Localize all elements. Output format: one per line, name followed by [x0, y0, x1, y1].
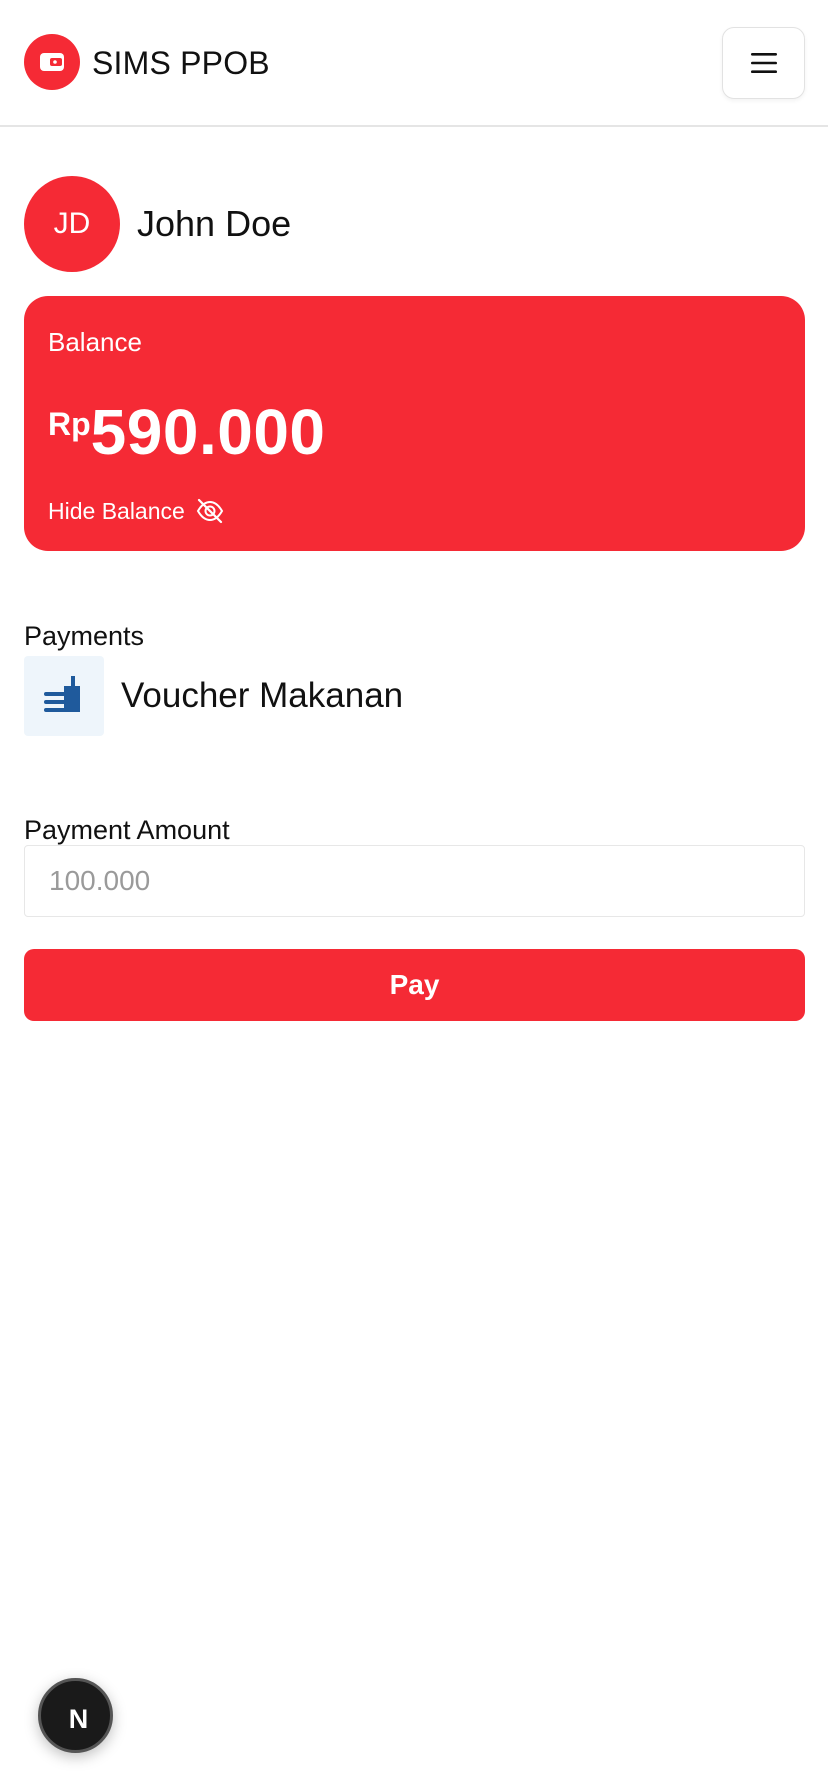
- balance-card: Balance Rp590.000 Hide Balance: [24, 296, 805, 551]
- wallet-icon[interactable]: [24, 34, 80, 90]
- balance-value: 590.000: [90, 396, 326, 468]
- food-voucher-icon: [24, 656, 104, 736]
- eye-off-icon: [196, 498, 223, 524]
- brand-name[interactable]: SIMS PPOB: [92, 44, 270, 82]
- payment-amount-label: Payment Amount: [24, 815, 230, 845]
- hide-balance-toggle[interactable]: Hide Balance: [48, 496, 225, 526]
- avatar: JD: [24, 176, 120, 272]
- svg-text:N: N: [69, 1704, 89, 1734]
- hamburger-menu-icon: [751, 53, 777, 73]
- payments-section-label: Payments: [24, 621, 145, 651]
- user-name: John Doe: [137, 203, 292, 244]
- balance-amount: Rp590.000: [48, 394, 326, 470]
- pay-button[interactable]: Pay: [24, 949, 805, 1021]
- balance-label: Balance: [48, 327, 142, 357]
- menu-button[interactable]: [722, 27, 805, 99]
- hide-balance-label: Hide Balance: [48, 498, 185, 524]
- nextjs-icon[interactable]: N: [38, 1678, 113, 1753]
- service-name: Voucher Makanan: [121, 676, 404, 715]
- payment-amount-input[interactable]: [24, 845, 805, 917]
- app-header: SIMS PPOB: [0, 0, 828, 127]
- balance-currency: Rp: [48, 406, 91, 442]
